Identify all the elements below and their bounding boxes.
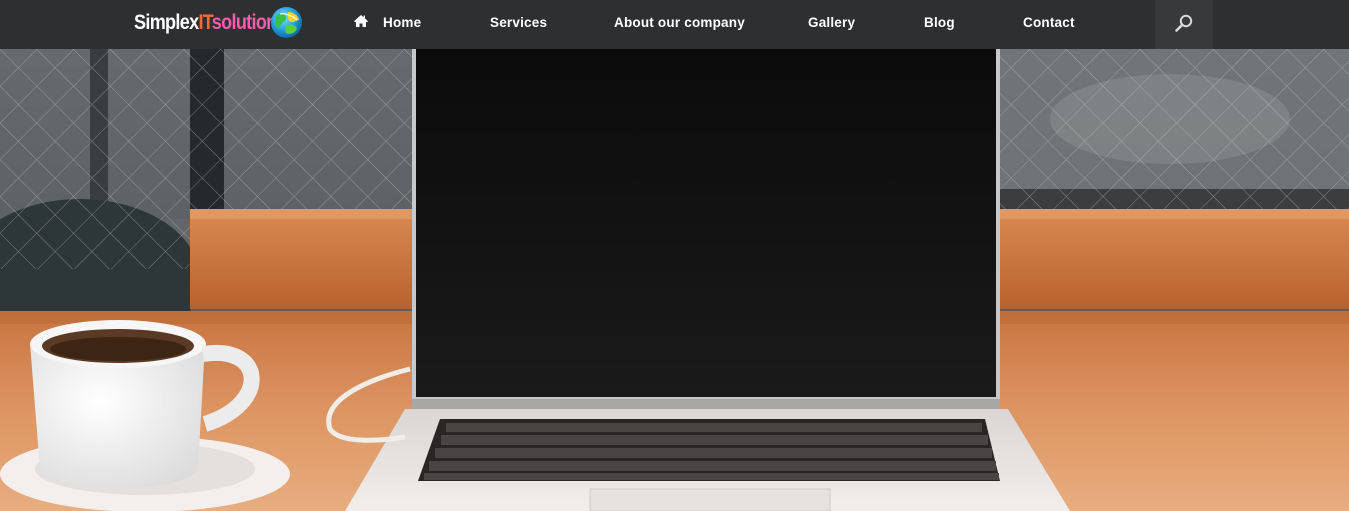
nav-item-about[interactable]: About our company — [614, 0, 745, 46]
nav-item-home[interactable]: Home — [353, 0, 421, 46]
nav-item-blog[interactable]: Blog — [924, 0, 955, 46]
logo-text-simplex: Simplex — [134, 11, 199, 34]
logo-text-it: IT — [198, 11, 212, 34]
nav-item-contact[interactable]: Contact — [1023, 0, 1075, 46]
search-icon — [1175, 14, 1193, 32]
logo-text: SimplexITsolutions — [134, 6, 287, 40]
search-button[interactable] — [1155, 0, 1213, 49]
top-navbar: SimplexITsolutions Home Services About o… — [0, 0, 1349, 49]
nav-label-blog: Blog — [924, 15, 955, 30]
nav-label-gallery: Gallery — [808, 15, 856, 30]
site-logo[interactable]: SimplexITsolutions — [134, 6, 311, 40]
nav-item-gallery[interactable]: Gallery — [808, 0, 855, 46]
nav-label-services: Services — [490, 15, 548, 30]
hero-photo — [0, 49, 1349, 511]
globe-logo-icon — [271, 7, 302, 38]
nav-label-about: About our company — [614, 15, 745, 30]
nav-item-services[interactable]: Services — [490, 0, 547, 46]
nav-label-home: Home — [383, 15, 422, 30]
home-icon — [354, 15, 368, 27]
hero-banner — [0, 49, 1349, 511]
nav-label-contact: Contact — [1023, 15, 1075, 30]
